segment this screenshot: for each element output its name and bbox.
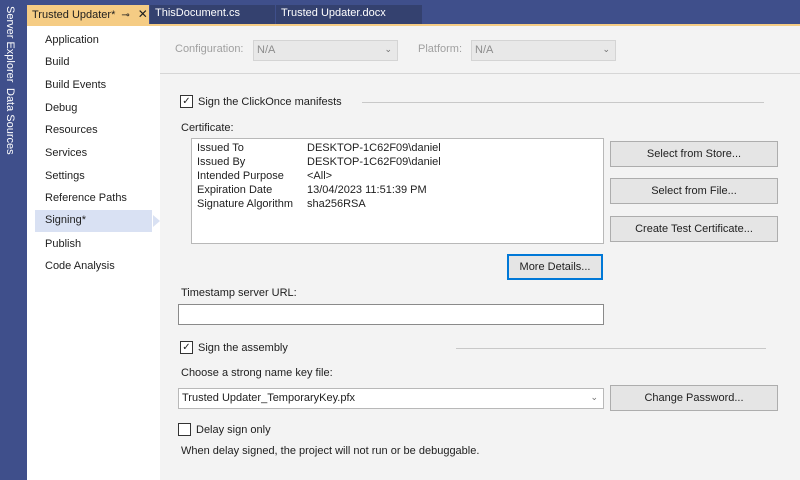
nav-item-resources[interactable]: Resources: [35, 120, 152, 142]
nav-item-settings[interactable]: Settings: [35, 166, 152, 188]
tab-trusted-updater-docx[interactable]: Trusted Updater.docx: [276, 5, 422, 24]
cert-key: Issued To: [197, 142, 244, 154]
configuration-bar: Configuration: N/A ⌄ Platform: N/A ⌄: [160, 26, 800, 74]
configuration-value: N/A: [257, 44, 276, 56]
nav-item-application[interactable]: Application: [35, 30, 152, 52]
nav-item-code-analysis[interactable]: Code Analysis: [35, 256, 152, 278]
section-divider: [456, 348, 766, 349]
cert-value: 13/04/2023 11:51:39 PM: [307, 184, 427, 196]
nav-item-services[interactable]: Services: [35, 143, 152, 165]
create-test-certificate-button[interactable]: Create Test Certificate...: [610, 216, 778, 242]
cert-value: DESKTOP-1C62F09\daniel: [307, 156, 441, 168]
tab-trusted-updater-properties[interactable]: Trusted Updater* ⊸ ✕: [27, 5, 149, 24]
pin-icon[interactable]: ⊸: [121, 10, 129, 21]
nav-item-signing[interactable]: Signing*: [35, 210, 160, 232]
delay-sign-checkbox[interactable]: [178, 423, 191, 436]
configuration-label: Configuration:: [175, 43, 244, 55]
configuration-dropdown: N/A ⌄: [253, 40, 398, 61]
delay-sign-note: When delay signed, the project will not …: [181, 445, 480, 457]
cert-key: Expiration Date: [197, 184, 273, 196]
nav-item-debug[interactable]: Debug: [35, 98, 152, 120]
server-explorer-tab[interactable]: Server Explorer: [4, 6, 16, 82]
key-file-value: Trusted Updater_TemporaryKey.pfx: [182, 392, 356, 404]
cert-key: Intended Purpose: [197, 170, 284, 182]
timestamp-label: Timestamp server URL:: [181, 287, 297, 299]
sign-manifests-checkbox[interactable]: ✓: [180, 95, 193, 108]
tab-label: Trusted Updater.docx: [281, 7, 386, 19]
nav-item-build-events[interactable]: Build Events: [35, 75, 152, 97]
platform-value: N/A: [475, 44, 494, 56]
tool-window-strip: Server Explorer Data Sources: [0, 0, 27, 480]
tab-label: ThisDocument.cs: [155, 7, 240, 19]
nav-item-publish[interactable]: Publish: [35, 234, 152, 256]
section-divider: [362, 102, 764, 103]
data-sources-tab[interactable]: Data Sources: [4, 88, 16, 155]
platform-label: Platform:: [418, 43, 463, 55]
sign-assembly-label[interactable]: Sign the assembly: [198, 342, 288, 354]
select-from-store-button[interactable]: Select from Store...: [610, 141, 778, 167]
more-details-button[interactable]: More Details...: [507, 254, 603, 280]
tab-thisdocument-cs[interactable]: ThisDocument.cs: [150, 5, 275, 24]
cert-value: sha256RSA: [307, 198, 366, 210]
chevron-down-icon: ⌄: [384, 44, 392, 54]
nav-item-build[interactable]: Build: [35, 52, 152, 74]
timestamp-url-input[interactable]: [178, 304, 604, 325]
key-file-dropdown[interactable]: Trusted Updater_TemporaryKey.pfx ⌄: [178, 388, 604, 409]
selected-arrow-icon: [153, 215, 160, 227]
cert-value: DESKTOP-1C62F09\daniel: [307, 142, 441, 154]
sign-assembly-checkbox[interactable]: ✓: [180, 341, 193, 354]
chevron-down-icon: ⌄: [602, 44, 610, 54]
cert-key: Issued By: [197, 156, 246, 168]
key-file-label: Choose a strong name key file:: [181, 367, 333, 379]
cert-key: Signature Algorithm: [197, 198, 293, 210]
nav-item-label: Signing*: [45, 214, 86, 226]
tab-label: Trusted Updater*: [32, 9, 116, 21]
platform-dropdown: N/A ⌄: [471, 40, 616, 61]
select-from-file-button[interactable]: Select from File...: [610, 178, 778, 204]
signing-page: Configuration: N/A ⌄ Platform: N/A ⌄ ✓ S…: [160, 26, 800, 480]
sign-manifests-label[interactable]: Sign the ClickOnce manifests: [198, 96, 342, 108]
properties-nav: Application Build Build Events Debug Res…: [27, 26, 160, 480]
document-tab-bar: Trusted Updater* ⊸ ✕ ThisDocument.cs Trust…: [27, 0, 800, 26]
certificate-label: Certificate:: [181, 122, 234, 134]
cert-value: <All>: [307, 170, 333, 182]
change-password-button[interactable]: Change Password...: [610, 385, 778, 411]
chevron-down-icon: ⌄: [590, 392, 598, 402]
delay-sign-label[interactable]: Delay sign only: [196, 424, 271, 436]
certificate-details-box: Issued To DESKTOP-1C62F09\daniel Issued …: [191, 138, 604, 244]
nav-item-reference-paths[interactable]: Reference Paths: [35, 188, 152, 210]
close-icon[interactable]: ✕: [138, 7, 148, 21]
